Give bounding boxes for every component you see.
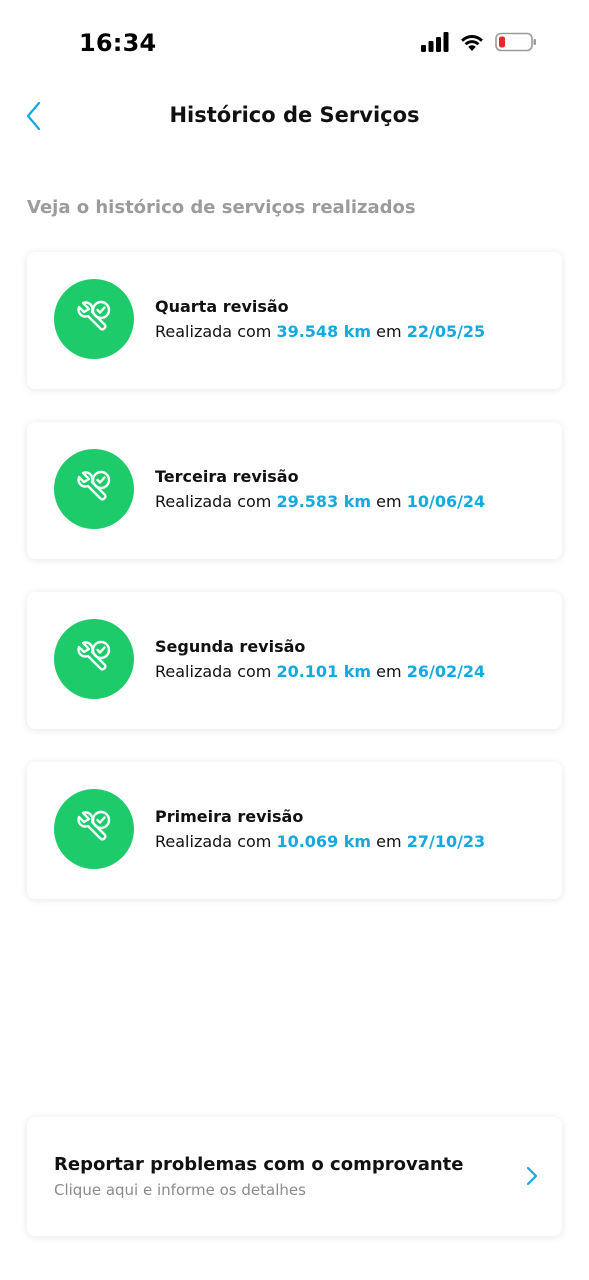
status-time: 16:34 xyxy=(79,29,157,57)
service-text: Quarta revisão Realizada com 39.548 km e… xyxy=(155,295,485,345)
service-detail: Realizada com 39.548 km em 22/05/25 xyxy=(155,319,485,345)
service-text: Terceira revisão Realizada com 29.583 km… xyxy=(155,465,485,515)
service-date: 22/05/25 xyxy=(406,322,486,341)
service-detail: Realizada com 29.583 km em 10/06/24 xyxy=(155,489,485,515)
service-date: 26/02/24 xyxy=(406,662,486,681)
service-title: Segunda revisão xyxy=(155,637,306,656)
service-detail-mid: em xyxy=(376,662,402,681)
page-title: Histórico de Serviços xyxy=(169,103,420,127)
status-bar: 16:34 xyxy=(0,0,589,88)
service-detail-mid: em xyxy=(376,322,402,341)
service-text: Primeira revisão Realizada com 10.069 km… xyxy=(155,805,485,855)
service-detail-mid: em xyxy=(376,492,402,511)
service-detail-prefix: Realizada com xyxy=(155,662,272,681)
service-km: 39.548 km xyxy=(276,322,372,341)
service-detail-mid: em xyxy=(376,832,402,851)
service-card[interactable]: Terceira revisão Realizada com 29.583 km… xyxy=(27,422,562,559)
service-detail-prefix: Realizada com xyxy=(155,832,272,851)
cellular-signal-icon xyxy=(421,32,449,52)
service-list: Quarta revisão Realizada com 39.548 km e… xyxy=(27,252,562,932)
wrench-check-icon xyxy=(54,449,134,529)
report-subtitle: Clique aqui e informe os detalhes xyxy=(54,1181,306,1199)
service-title: Primeira revisão xyxy=(155,807,304,826)
service-text: Segunda revisão Realizada com 20.101 km … xyxy=(155,635,485,685)
status-icons xyxy=(421,32,537,52)
service-date: 27/10/23 xyxy=(406,832,486,851)
service-detail: Realizada com 20.101 km em 26/02/24 xyxy=(155,659,485,685)
service-km: 29.583 km xyxy=(276,492,372,511)
service-km: 20.101 km xyxy=(276,662,372,681)
service-km: 10.069 km xyxy=(276,832,372,851)
service-card[interactable]: Primeira revisão Realizada com 10.069 km… xyxy=(27,762,562,899)
header: Histórico de Serviços xyxy=(0,88,589,148)
service-card[interactable]: Segunda revisão Realizada com 20.101 km … xyxy=(27,592,562,729)
service-title: Terceira revisão xyxy=(155,467,299,486)
wrench-check-icon xyxy=(54,279,134,359)
page-subtitle: Veja o histórico de serviços realizados xyxy=(27,197,416,218)
chevron-right-icon xyxy=(526,1166,538,1190)
service-detail-prefix: Realizada com xyxy=(155,492,272,511)
report-title: Reportar problemas com o comprovante xyxy=(54,1154,464,1175)
service-title: Quarta revisão xyxy=(155,297,289,316)
service-detail-prefix: Realizada com xyxy=(155,322,272,341)
wrench-check-icon xyxy=(54,619,134,699)
wrench-check-icon xyxy=(54,789,134,869)
report-problem-card[interactable]: Reportar problemas com o comprovante Cli… xyxy=(27,1117,562,1236)
service-detail: Realizada com 10.069 km em 27/10/23 xyxy=(155,829,485,855)
wifi-icon xyxy=(459,32,485,52)
service-date: 10/06/24 xyxy=(406,492,486,511)
service-card[interactable]: Quarta revisão Realizada com 39.548 km e… xyxy=(27,252,562,389)
battery-icon xyxy=(495,32,537,52)
